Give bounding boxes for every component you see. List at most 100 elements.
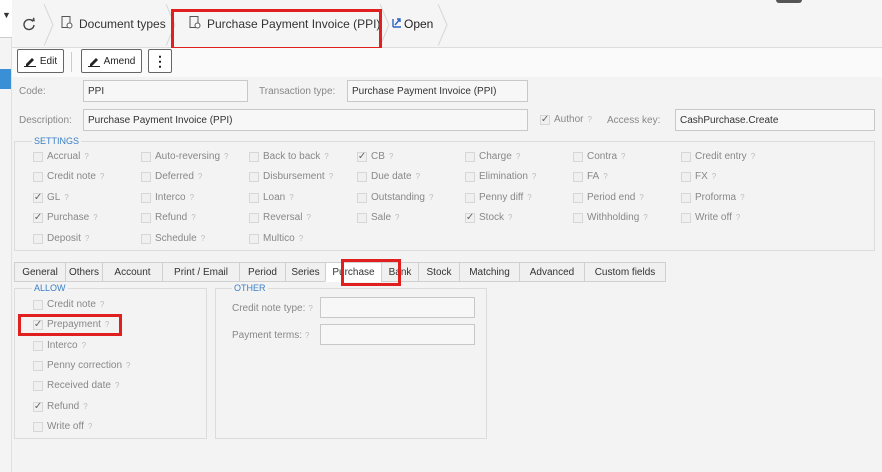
setting-proforma-checkbox[interactable]: Proforma? [681, 192, 745, 203]
help-icon[interactable]: ? [639, 193, 643, 202]
more-options-button[interactable]: ⋮ [148, 49, 172, 73]
help-icon[interactable]: ? [740, 193, 744, 202]
help-icon[interactable]: ? [643, 213, 647, 222]
help-icon[interactable]: ? [508, 213, 512, 222]
setting-credit-entry-checkbox[interactable]: Credit entry? [681, 151, 755, 162]
help-icon[interactable]: ? [93, 213, 97, 222]
refresh-button[interactable] [22, 10, 36, 38]
setting-withholding-checkbox[interactable]: Withholding? [573, 212, 648, 223]
help-icon[interactable]: ? [126, 361, 130, 370]
help-icon[interactable]: ? [587, 115, 591, 124]
help-icon[interactable]: ? [751, 152, 755, 161]
help-icon[interactable]: ? [306, 213, 310, 222]
help-icon[interactable]: ? [621, 152, 625, 161]
help-icon[interactable]: ? [100, 300, 104, 309]
allow-write-off-checkbox[interactable]: Write off? [33, 421, 92, 432]
tab-custom-fields[interactable]: Custom fields [584, 262, 666, 282]
help-icon[interactable]: ? [516, 152, 520, 161]
setting-cb-checkbox[interactable]: CB? [357, 151, 393, 162]
help-icon[interactable]: ? [115, 381, 119, 390]
help-icon[interactable]: ? [85, 234, 89, 243]
breadcrumb-item-document-types[interactable]: Document types [61, 10, 166, 38]
setting-gl-checkbox[interactable]: GL? [33, 192, 69, 203]
setting-schedule-checkbox[interactable]: Schedule? [141, 233, 205, 244]
allow-refund-checkbox[interactable]: Refund? [33, 401, 88, 412]
setting-sale-checkbox[interactable]: Sale? [357, 212, 399, 223]
allow-received-date-checkbox[interactable]: Received date? [33, 380, 119, 391]
setting-interco-checkbox[interactable]: Interco? [141, 192, 194, 203]
help-icon[interactable]: ? [329, 172, 333, 181]
amend-button[interactable]: Amend [81, 49, 142, 73]
help-icon[interactable]: ? [389, 152, 393, 161]
setting-deposit-checkbox[interactable]: Deposit? [33, 233, 89, 244]
setting-stock-checkbox[interactable]: Stock? [465, 212, 512, 223]
tab-stock[interactable]: Stock [418, 262, 459, 282]
help-icon[interactable]: ? [416, 172, 420, 181]
help-icon[interactable]: ? [305, 331, 309, 340]
help-icon[interactable]: ? [83, 402, 87, 411]
help-icon[interactable]: ? [224, 152, 228, 161]
help-icon[interactable]: ? [324, 152, 328, 161]
help-icon[interactable]: ? [736, 213, 740, 222]
help-icon[interactable]: ? [527, 193, 531, 202]
setting-disbursement-checkbox[interactable]: Disbursement? [249, 171, 333, 182]
setting-elimination-checkbox[interactable]: Elimination? [465, 171, 536, 182]
tab-period[interactable]: Period [239, 262, 285, 282]
setting-period-end-checkbox[interactable]: Period end? [573, 192, 644, 203]
transaction-type-field[interactable]: Purchase Payment Invoice (PPI) [347, 80, 528, 102]
help-icon[interactable]: ? [429, 193, 433, 202]
open-link[interactable]: Open [392, 10, 433, 38]
credit-note-type-input[interactable] [320, 297, 475, 318]
help-icon[interactable]: ? [100, 172, 104, 181]
setting-reversal-checkbox[interactable]: Reversal? [249, 212, 311, 223]
scroll-handle[interactable] [776, 0, 802, 3]
help-icon[interactable]: ? [190, 193, 194, 202]
description-field[interactable]: Purchase Payment Invoice (PPI) [83, 109, 528, 131]
tab-series[interactable]: Series [285, 262, 325, 282]
tab-print-email[interactable]: Print / Email [162, 262, 239, 282]
code-field[interactable]: PPI [83, 80, 248, 102]
dropdown-caret-icon[interactable]: ▼ [2, 10, 11, 20]
setting-fx-checkbox[interactable]: FX? [681, 171, 716, 182]
allow-penny-correction-checkbox[interactable]: Penny correction? [33, 360, 131, 371]
help-icon[interactable]: ? [191, 213, 195, 222]
help-icon[interactable]: ? [603, 172, 607, 181]
help-icon[interactable]: ? [712, 172, 716, 181]
author-checkbox[interactable]: Author ? [540, 114, 592, 125]
setting-outstanding-checkbox[interactable]: Outstanding? [357, 192, 433, 203]
help-icon[interactable]: ? [64, 193, 68, 202]
setting-refund-checkbox[interactable]: Refund? [141, 212, 196, 223]
allow-interco-checkbox[interactable]: Interco? [33, 340, 86, 351]
edit-button[interactable]: Edit [17, 49, 64, 73]
setting-fa-checkbox[interactable]: FA? [573, 171, 608, 182]
setting-purchase-checkbox[interactable]: Purchase? [33, 212, 98, 223]
setting-charge-checkbox[interactable]: Charge? [465, 151, 520, 162]
tab-matching[interactable]: Matching [459, 262, 519, 282]
help-icon[interactable]: ? [308, 304, 312, 313]
help-icon[interactable]: ? [84, 152, 88, 161]
allow-credit-note-checkbox[interactable]: Credit note? [33, 299, 104, 310]
setting-deferred-checkbox[interactable]: Deferred? [141, 171, 202, 182]
setting-contra-checkbox[interactable]: Contra? [573, 151, 625, 162]
setting-accrual-checkbox[interactable]: Accrual? [33, 151, 89, 162]
help-icon[interactable]: ? [201, 234, 205, 243]
tab-general[interactable]: General [14, 262, 65, 282]
payment-terms-input[interactable] [320, 324, 475, 345]
access-key-field[interactable]: CashPurchase.Create [675, 109, 875, 131]
setting-due-date-checkbox[interactable]: Due date? [357, 171, 420, 182]
tab-advanced[interactable]: Advanced [519, 262, 584, 282]
setting-auto-reversing-checkbox[interactable]: Auto-reversing? [141, 151, 228, 162]
tab-others[interactable]: Others [65, 262, 102, 282]
setting-credit-note-checkbox[interactable]: Credit note? [33, 171, 104, 182]
setting-loan-checkbox[interactable]: Loan? [249, 192, 294, 203]
help-icon[interactable]: ? [82, 341, 86, 350]
setting-multico-checkbox[interactable]: Multico? [249, 233, 303, 244]
setting-back-to-back-checkbox[interactable]: Back to back? [249, 151, 329, 162]
setting-write-off-checkbox[interactable]: Write off? [681, 212, 740, 223]
help-icon[interactable]: ? [532, 172, 536, 181]
help-icon[interactable]: ? [395, 213, 399, 222]
help-icon[interactable]: ? [299, 234, 303, 243]
help-icon[interactable]: ? [289, 193, 293, 202]
help-icon[interactable]: ? [198, 172, 202, 181]
tab-account[interactable]: Account [102, 262, 162, 282]
